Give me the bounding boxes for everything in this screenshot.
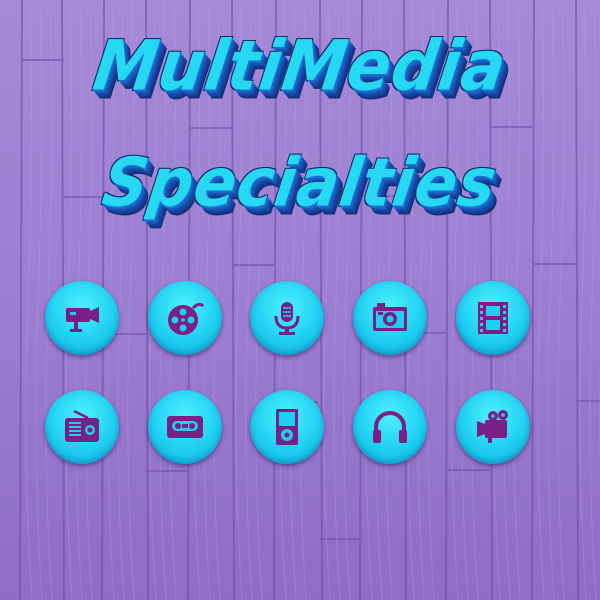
microphone-icon (274, 302, 300, 335)
microphone-button[interactable] (250, 281, 324, 355)
film-strip-icon (478, 302, 508, 334)
photo-camera-button[interactable] (353, 281, 427, 355)
film-reel-button[interactable] (148, 281, 222, 355)
headphones-icon (373, 411, 407, 443)
film-reel-icon (168, 302, 205, 335)
radio-icon (65, 409, 99, 442)
canvas: MultiMedia Specialties (0, 0, 600, 600)
photo-camera-icon (373, 303, 407, 331)
security-camera-button[interactable] (45, 281, 119, 355)
media-player-icon (276, 409, 298, 445)
title-line-1: MultiMedia (88, 27, 512, 107)
title-line-2: Specialties (97, 143, 503, 222)
security-camera-icon (66, 307, 99, 332)
film-strip-button[interactable] (456, 281, 530, 355)
video-camera-icon (477, 410, 508, 443)
radio-button[interactable] (45, 390, 119, 464)
media-player-button[interactable] (250, 390, 324, 464)
cassette-tape-button[interactable] (148, 390, 222, 464)
cassette-tape-icon (167, 416, 203, 438)
video-camera-button[interactable] (456, 390, 530, 464)
headphones-button[interactable] (353, 390, 427, 464)
